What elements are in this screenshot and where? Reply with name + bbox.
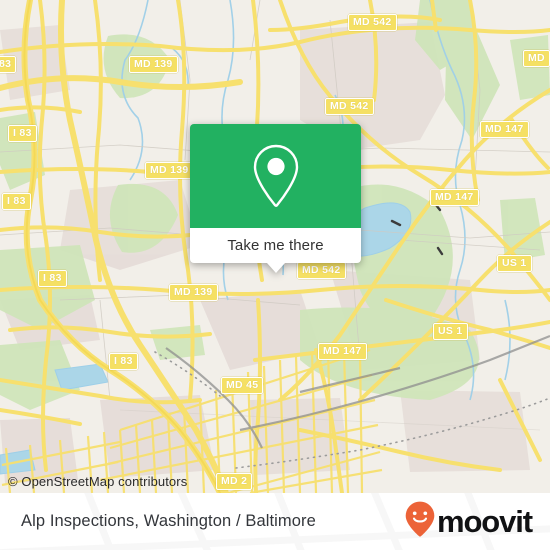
moovit-logo[interactable]: moovit xyxy=(405,501,533,542)
map-label-shield: I 83 xyxy=(38,270,67,287)
map-label-shield: MD 139 xyxy=(129,56,178,73)
map-label-shield: MD 542 xyxy=(325,98,374,115)
map-label-shield: I 83 xyxy=(8,125,37,142)
map-label-shield: MD 139 xyxy=(145,162,194,179)
map-canvas[interactable]: MD 542 MD 139 83 MD MD 542 I 83 MD 147 M… xyxy=(0,0,550,493)
map-label-shield: MD xyxy=(523,50,550,67)
map-label-shield: MD 2 xyxy=(216,473,253,490)
popup-tail xyxy=(266,263,285,273)
map-label-shield: MD 542 xyxy=(297,262,346,279)
location-popup[interactable]: Take me there xyxy=(190,124,361,273)
moovit-pin-icon xyxy=(405,501,435,542)
screenshot-root: MD 542 MD 139 83 MD MD 542 I 83 MD 147 M… xyxy=(0,0,550,550)
map-label-shield: MD 147 xyxy=(480,121,529,138)
map-pin-icon xyxy=(250,143,302,209)
popup-header xyxy=(190,124,361,228)
map-label-shield: 83 xyxy=(0,56,17,73)
map-label-shield: MD 45 xyxy=(221,377,264,394)
map-label-shield: MD 147 xyxy=(318,343,367,360)
page-title: Alp Inspections, Washington / Baltimore xyxy=(21,512,316,530)
map-label-shield: I 83 xyxy=(2,193,31,210)
take-me-there-button[interactable]: Take me there xyxy=(190,228,361,263)
map-label-shield: MD 147 xyxy=(430,189,479,206)
map-label-shield: MD 542 xyxy=(348,14,397,31)
footer-bar: Alp Inspections, Washington / Baltimore … xyxy=(0,493,550,550)
map-label-shield: I 83 xyxy=(109,353,138,370)
osm-attribution[interactable]: © OpenStreetMap contributors xyxy=(8,474,187,489)
map-label-shield: US 1 xyxy=(433,323,468,340)
map-label-shield: MD 139 xyxy=(169,284,218,301)
map-label-shield: US 1 xyxy=(497,255,532,272)
moovit-wordmark: moovit xyxy=(436,504,533,539)
